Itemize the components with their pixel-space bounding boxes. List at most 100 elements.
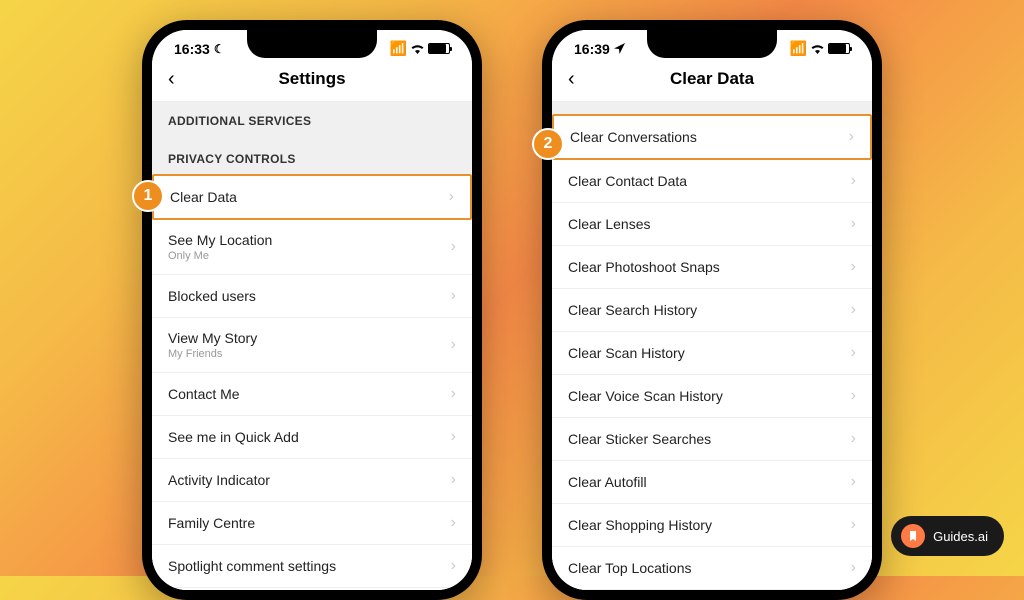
item-clear-shopping[interactable]: Clear Shopping History › <box>552 504 872 547</box>
chevron-right-icon: › <box>851 301 856 319</box>
step-number-2: 2 <box>544 135 553 153</box>
wifi-icon <box>810 41 825 57</box>
chevron-right-icon: › <box>851 387 856 405</box>
item-family-centre[interactable]: Family Centre › <box>152 502 472 545</box>
chevron-right-icon: › <box>451 514 456 532</box>
item-label: Clear Scan History <box>568 345 685 361</box>
item-label: Clear Data <box>170 189 237 205</box>
phones-container: 1 16:33 ☾ 📶 ‹ Settings <box>0 0 1024 600</box>
item-clear-search-history[interactable]: Clear Search History › <box>552 289 872 332</box>
chevron-right-icon: › <box>449 188 454 206</box>
item-label: Clear Conversations <box>570 129 697 145</box>
battery-icon <box>428 43 450 54</box>
chevron-right-icon: › <box>851 344 856 362</box>
item-see-location[interactable]: See My Location Only Me › <box>152 220 472 275</box>
privacy-list: Clear Data › See My Location Only Me › B… <box>152 174 472 590</box>
item-label: Contact Me <box>168 386 240 402</box>
item-activity-indicator[interactable]: Activity Indicator › <box>152 459 472 502</box>
item-label: Clear Lenses <box>568 216 651 232</box>
phone-screen-left: 16:33 ☾ 📶 ‹ Settings ADDITIONAL SERVICES… <box>152 30 472 590</box>
item-label: See me in Quick Add <box>168 429 299 445</box>
item-clear-conversations[interactable]: Clear Conversations › <box>552 114 872 160</box>
item-label: See My Location <box>168 232 272 248</box>
item-clear-contact-data[interactable]: Clear Contact Data › <box>552 160 872 203</box>
chevron-right-icon: › <box>451 336 456 354</box>
item-clear-photoshoot[interactable]: Clear Photoshoot Snaps › <box>552 246 872 289</box>
chevron-right-icon: › <box>451 385 456 403</box>
section-header-additional: ADDITIONAL SERVICES <box>152 102 472 136</box>
chevron-right-icon: › <box>849 128 854 146</box>
item-quick-add[interactable]: See me in Quick Add › <box>152 416 472 459</box>
item-contact-me[interactable]: Contact Me › <box>152 373 472 416</box>
item-clear-autofill[interactable]: Clear Autofill › <box>552 461 872 504</box>
header: ‹ Clear Data <box>552 61 872 102</box>
step-badge-2: 2 <box>532 128 564 160</box>
item-blocked-users[interactable]: Blocked users › <box>152 275 472 318</box>
chevron-right-icon: › <box>451 471 456 489</box>
chevron-right-icon: › <box>451 557 456 575</box>
status-time: 16:39 <box>574 41 610 57</box>
step-number-1: 1 <box>144 187 153 205</box>
status-right: 📶 <box>790 40 850 57</box>
chevron-right-icon: › <box>851 172 856 190</box>
notch <box>247 30 377 58</box>
watermark: Guides.ai <box>891 516 1004 556</box>
item-sublabel: Only Me <box>168 250 272 262</box>
item-label: Family Centre <box>168 515 255 531</box>
item-clear-sticker[interactable]: Clear Sticker Searches › <box>552 418 872 461</box>
notch <box>647 30 777 58</box>
item-label: Clear Top Locations <box>568 560 691 576</box>
header-title: Clear Data <box>568 69 856 89</box>
item-sublabel: My Friends <box>168 348 257 360</box>
item-label: View My Story <box>168 330 257 346</box>
item-clear-top-locations[interactable]: Clear Top Locations › <box>552 547 872 590</box>
status-time: 16:33 <box>174 41 210 57</box>
back-button[interactable]: ‹ <box>568 68 575 91</box>
location-icon <box>614 41 625 57</box>
chevron-right-icon: › <box>451 428 456 446</box>
chevron-right-icon: › <box>851 258 856 276</box>
moon-icon: ☾ <box>214 42 225 56</box>
item-label: Clear Contact Data <box>568 173 687 189</box>
content[interactable]: Clear Conversations › Clear Contact Data… <box>552 102 872 590</box>
item-clear-lenses[interactable]: Clear Lenses › <box>552 203 872 246</box>
phone-screen-right: 16:39 📶 ‹ Clear Data <box>552 30 872 590</box>
phone-right: 2 16:39 📶 ‹ <box>542 20 882 600</box>
item-label: Clear Shopping History <box>568 517 712 533</box>
item-clear-data[interactable]: Clear Data › <box>152 174 472 220</box>
item-clear-voice-scan[interactable]: Clear Voice Scan History › <box>552 375 872 418</box>
signal-icon: 📶 <box>790 40 807 57</box>
step-badge-1: 1 <box>132 180 164 212</box>
header: ‹ Settings <box>152 61 472 102</box>
item-label: Clear Autofill <box>568 474 647 490</box>
section-header-privacy: PRIVACY CONTROLS <box>152 140 472 174</box>
header-title: Settings <box>168 69 456 89</box>
phone-left: 1 16:33 ☾ 📶 ‹ Settings <box>142 20 482 600</box>
back-button[interactable]: ‹ <box>168 68 175 91</box>
chevron-right-icon: › <box>851 559 856 577</box>
clear-data-list: Clear Conversations › Clear Contact Data… <box>552 114 872 590</box>
item-made-for-me[interactable]: Made For Me Panel › <box>152 588 472 590</box>
item-label: Clear Sticker Searches <box>568 431 711 447</box>
item-view-story[interactable]: View My Story My Friends › <box>152 318 472 373</box>
chevron-right-icon: › <box>851 215 856 233</box>
status-right: 📶 <box>390 40 450 57</box>
battery-icon <box>828 43 850 54</box>
chevron-right-icon: › <box>451 287 456 305</box>
chevron-right-icon: › <box>851 516 856 534</box>
bookmark-icon <box>901 524 925 548</box>
item-clear-scan-history[interactable]: Clear Scan History › <box>552 332 872 375</box>
wifi-icon <box>410 41 425 57</box>
watermark-label: Guides.ai <box>933 529 988 544</box>
item-label: Clear Photoshoot Snaps <box>568 259 720 275</box>
item-label: Clear Search History <box>568 302 697 318</box>
item-label: Blocked users <box>168 288 256 304</box>
status-left: 16:33 ☾ <box>174 41 225 57</box>
chevron-right-icon: › <box>851 430 856 448</box>
signal-icon: 📶 <box>390 40 407 57</box>
item-label: Clear Voice Scan History <box>568 388 723 404</box>
chevron-right-icon: › <box>451 238 456 256</box>
item-label: Activity Indicator <box>168 472 270 488</box>
item-spotlight-comments[interactable]: Spotlight comment settings › <box>152 545 472 588</box>
content[interactable]: ADDITIONAL SERVICES PRIVACY CONTROLS Cle… <box>152 102 472 590</box>
